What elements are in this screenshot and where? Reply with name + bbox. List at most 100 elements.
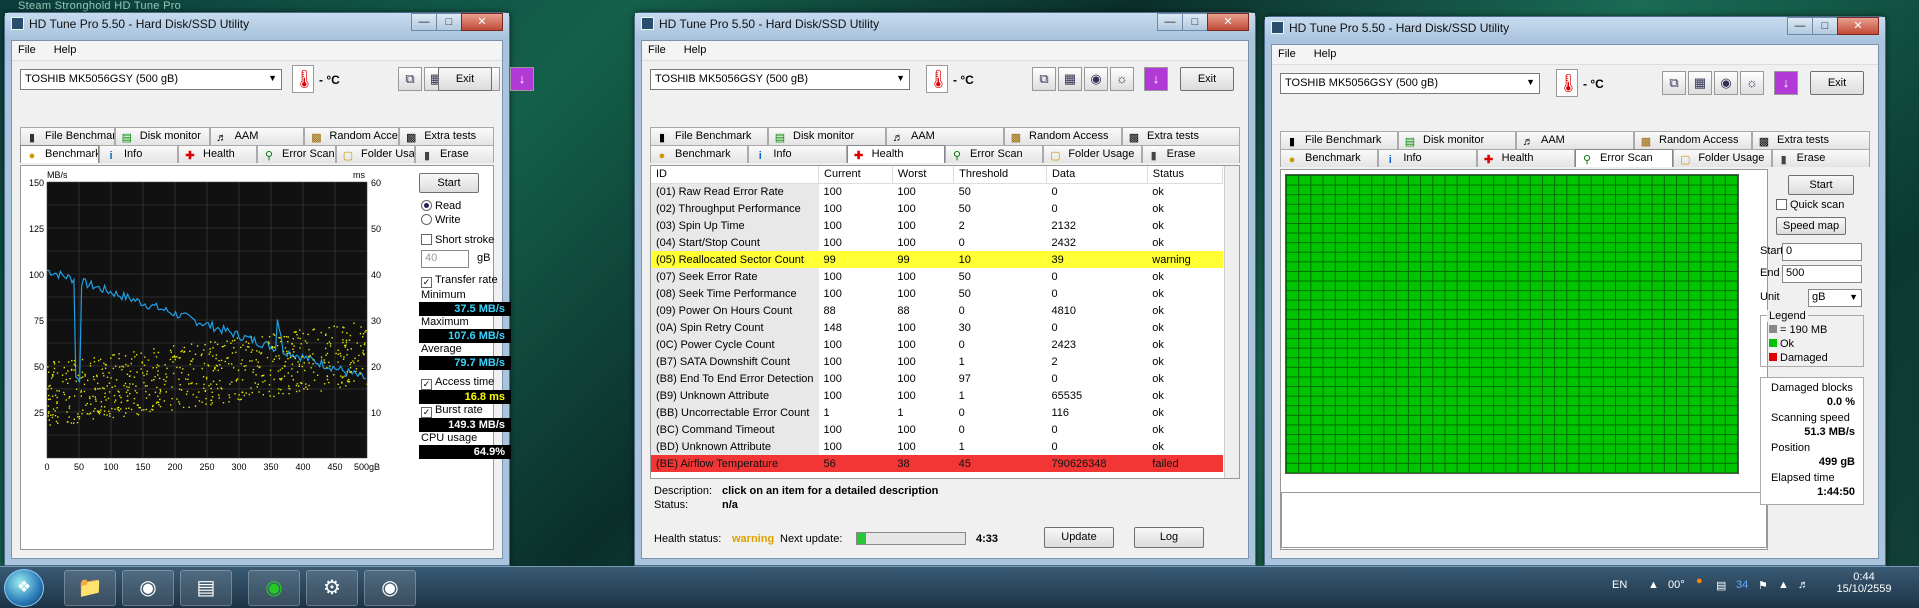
tab-health[interactable]: ✚ Health xyxy=(178,145,257,163)
tab-health[interactable]: ✚ Health xyxy=(1476,149,1575,167)
short-stroke-input[interactable]: 40 xyxy=(421,250,469,268)
column-header[interactable]: Status xyxy=(1147,166,1223,184)
quick-scan-checkbox[interactable]: Quick scan xyxy=(1776,199,1844,211)
tray-up-arrow-icon[interactable]: ▲ xyxy=(1648,579,1659,591)
tab-file-benchmark[interactable]: ▮ File Benchmark xyxy=(650,127,768,145)
table-row[interactable]: (03) Spin Up Time 100 100 2 2132 ok xyxy=(651,217,1223,234)
drive-select[interactable]: TOSHIB MK5056GSY (500 gB) ▼ xyxy=(20,69,282,90)
exit-button[interactable]: Exit xyxy=(1180,67,1234,91)
volume-icon[interactable]: ♬ xyxy=(1798,579,1809,591)
exit-button[interactable]: Exit xyxy=(438,67,492,91)
close-button[interactable]: ✕ xyxy=(1207,13,1249,31)
read-radio[interactable]: Read xyxy=(421,200,461,212)
smart-table-panel[interactable]: ID Current Worst Threshold Data Status (01) R… xyxy=(650,165,1240,479)
tab-folder-usage[interactable]: ▢ Folder Usage xyxy=(336,145,415,163)
window-error-scan[interactable]: HD Tune Pro 5.50 - Hard Disk/SSD Utility… xyxy=(1264,16,1886,566)
window-health[interactable]: HD Tune Pro 5.50 - Hard Disk/SSD Utility… xyxy=(634,12,1256,566)
table-row[interactable]: (01) Raw Read Error Rate 100 100 50 0 ok xyxy=(651,183,1223,200)
tab-info[interactable]: i Info xyxy=(748,145,847,163)
drive-select[interactable]: TOSHIB MK5056GSY (500 gB) ▼ xyxy=(650,69,910,90)
chrome-icon[interactable]: ◉ xyxy=(122,570,174,606)
close-button[interactable]: ✕ xyxy=(1837,17,1879,35)
vertical-scrollbar[interactable] xyxy=(1224,166,1239,478)
camera-icon[interactable]: ◉ xyxy=(1084,67,1108,91)
maximize-button[interactable]: □ xyxy=(436,13,462,31)
tab-aam[interactable]: ♬ AAM xyxy=(886,127,1004,145)
tab-extra-tests[interactable]: ▩ Extra tests xyxy=(1752,131,1870,149)
save-icon[interactable]: ↓ xyxy=(1774,71,1798,95)
close-button[interactable]: ✕ xyxy=(461,13,503,31)
tab-disk-monitor[interactable]: ▤ Disk monitor xyxy=(1398,131,1516,149)
tray-shield-icon[interactable]: ● xyxy=(1696,575,1703,587)
table-row[interactable]: (08) Seek Time Performance 100 100 50 0 ok xyxy=(651,285,1223,302)
options-icon[interactable]: ☼ xyxy=(1110,67,1134,91)
menu-help[interactable]: Help xyxy=(1314,48,1337,60)
task-manager-icon[interactable]: ▤ xyxy=(180,570,232,606)
network-icon[interactable]: ▲ xyxy=(1778,579,1789,591)
tab-extra-tests[interactable]: ▩ Extra tests xyxy=(1122,127,1240,145)
minimize-button[interactable]: — xyxy=(1157,13,1183,31)
table-row[interactable]: (0A) Spin Retry Count 148 100 30 0 ok xyxy=(651,319,1223,336)
minimize-button[interactable]: — xyxy=(411,13,437,31)
table-row[interactable]: (05) Reallocated Sector Count 99 99 10 39 war… xyxy=(651,251,1223,268)
minimize-button[interactable]: — xyxy=(1787,17,1813,35)
column-header[interactable]: Current xyxy=(818,166,893,184)
table-row[interactable]: (B7) SATA Downshift Count 100 100 1 2 ok xyxy=(651,353,1223,370)
exit-button[interactable]: Exit xyxy=(1810,71,1864,95)
table-row[interactable]: (B9) Unknown Attribute 100 100 1 65535 ok xyxy=(651,387,1223,404)
tab-info[interactable]: i Info xyxy=(99,145,178,163)
table-row[interactable]: (BD) Unknown Attribute 100 100 1 0 ok xyxy=(651,438,1223,455)
table-row[interactable]: (07) Seek Error Rate 100 100 50 0 ok xyxy=(651,268,1223,285)
tab-benchmark[interactable]: ● Benchmark xyxy=(1280,149,1379,167)
tab-disk-monitor[interactable]: ▤ Disk monitor xyxy=(114,127,210,145)
copy-all-icon[interactable]: ▦ xyxy=(1058,67,1082,91)
table-row[interactable]: (B8) End To End Error Detection 100 100 97 0… xyxy=(651,370,1223,387)
title-bar[interactable]: HD Tune Pro 5.50 - Hard Disk/SSD Utility… xyxy=(5,13,509,39)
column-header[interactable]: Data xyxy=(1046,166,1148,184)
tab-disk-monitor[interactable]: ▤ Disk monitor xyxy=(768,127,886,145)
tab-error-scan[interactable]: ⚲ Error Scan xyxy=(1574,149,1674,167)
drive-select[interactable]: TOSHIB MK5056GSY (500 gB) ▼ xyxy=(1280,73,1540,94)
column-header[interactable]: ID xyxy=(651,166,820,184)
table-row[interactable]: (BE) Airflow Temperature 56 38 45 790626348 f… xyxy=(651,455,1223,472)
table-row[interactable]: (04) Start/Stop Count 100 100 0 2432 ok xyxy=(651,234,1223,251)
tab-random-access[interactable]: ▩ Random Access xyxy=(304,127,400,145)
menu-help[interactable]: Help xyxy=(684,44,707,56)
start-button[interactable]: Start xyxy=(1788,175,1854,195)
update-button[interactable]: Update xyxy=(1044,527,1114,548)
tab-folder-usage[interactable]: ▢ Folder Usage xyxy=(1043,145,1142,163)
end-input[interactable]: 500 xyxy=(1782,265,1862,283)
copy-icon[interactable]: ⧉ xyxy=(1662,71,1686,95)
tab-erase[interactable]: ▮ Erase xyxy=(1771,149,1870,167)
tab-extra-tests[interactable]: ▩ Extra tests xyxy=(399,127,494,145)
copy-icon[interactable]: ⧉ xyxy=(398,67,422,91)
save-icon[interactable]: ↓ xyxy=(510,67,534,91)
table-row[interactable]: (BB) Uncorrectable Error Count 1 1 0 116 ok xyxy=(651,404,1223,421)
column-header[interactable]: Threshold xyxy=(953,166,1047,184)
log-button[interactable]: Log xyxy=(1134,527,1204,548)
tab-file-benchmark[interactable]: ▮ File Benchmark xyxy=(1280,131,1398,149)
unit-select[interactable]: gB ▼ xyxy=(1808,289,1862,307)
windows-start-icon[interactable]: ❖ xyxy=(4,569,44,607)
tab-info[interactable]: i Info xyxy=(1378,149,1477,167)
tab-benchmark[interactable]: ● Benchmark xyxy=(650,145,749,163)
speed-map-button[interactable]: Speed map xyxy=(1776,217,1846,235)
start-input[interactable]: 0 xyxy=(1782,243,1862,261)
tab-aam[interactable]: ♬ AAM xyxy=(1516,131,1634,149)
access-time-checkbox[interactable]: ✓ Access time xyxy=(421,376,494,390)
save-icon[interactable]: ↓ xyxy=(1144,67,1168,91)
clock[interactable]: 0:44 15/10/2559 xyxy=(1834,571,1894,595)
language-indicator[interactable]: EN xyxy=(1612,579,1627,591)
tab-erase[interactable]: ▮ Erase xyxy=(1141,145,1240,163)
tab-error-scan[interactable]: ⚲ Error Scan xyxy=(257,145,336,163)
tray-monitor-icon[interactable]: ▤ xyxy=(1716,579,1726,592)
burst-rate-checkbox[interactable]: ✓ Burst rate xyxy=(421,404,483,418)
copy-icon[interactable]: ⧉ xyxy=(1032,67,1056,91)
table-row[interactable]: (BC) Command Timeout 100 100 0 0 ok xyxy=(651,421,1223,438)
table-row[interactable]: (02) Throughput Performance 100 100 50 0 ok xyxy=(651,200,1223,217)
title-bar[interactable]: HD Tune Pro 5.50 - Hard Disk/SSD Utility… xyxy=(1265,17,1885,43)
title-bar[interactable]: HD Tune Pro 5.50 - Hard Disk/SSD Utility… xyxy=(635,13,1255,39)
maximize-button[interactable]: □ xyxy=(1182,13,1208,31)
line-icon[interactable]: ◉ xyxy=(248,570,300,606)
short-stroke-checkbox[interactable]: Short stroke xyxy=(421,234,494,246)
